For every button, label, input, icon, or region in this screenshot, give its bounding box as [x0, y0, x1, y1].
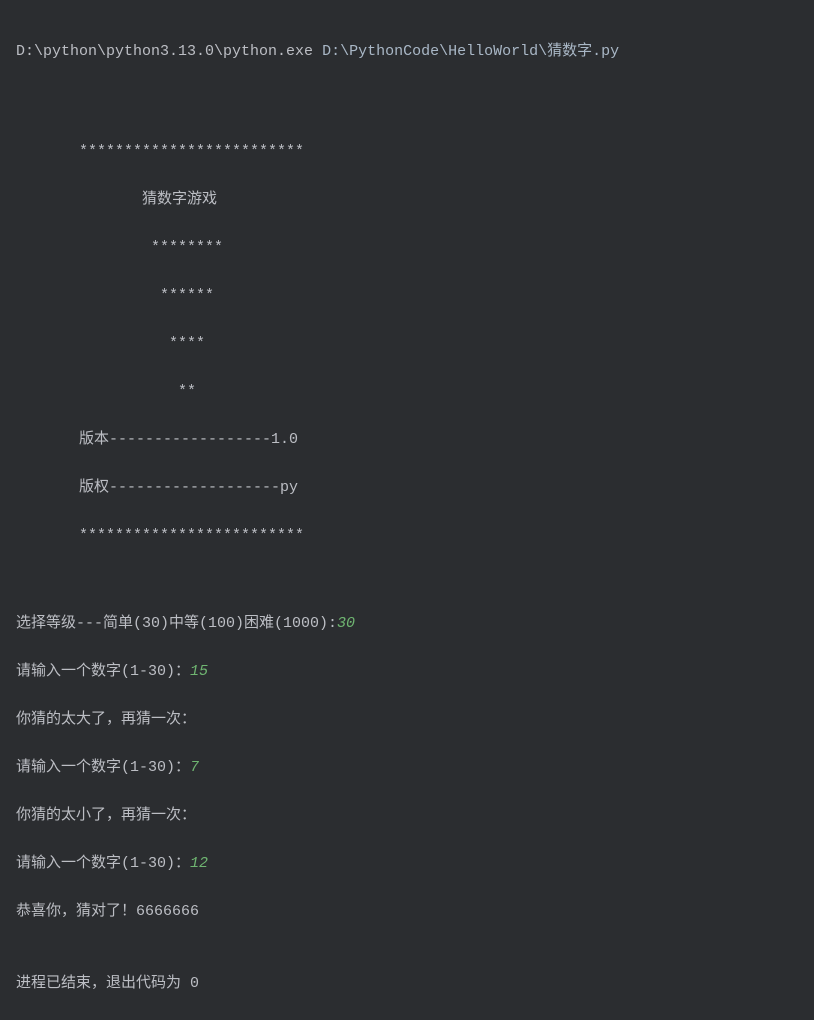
guess3-prompt: 请输入一个数字(1-30)：: [16, 855, 190, 872]
difficulty-input[interactable]: 30: [337, 615, 355, 632]
banner-stars-2: ******: [16, 284, 798, 308]
guess1-line: 请输入一个数字(1-30)：15: [16, 660, 798, 684]
difficulty-line: 选择等级---简单(30)中等(100)困难(1000):30: [16, 612, 798, 636]
feedback2: 你猜的太小了，再猜一次：: [16, 804, 798, 828]
guess1-input[interactable]: 15: [190, 663, 208, 680]
banner-border-bottom: *************************: [16, 524, 798, 548]
success-message: 恭喜你，猜对了！6666666: [16, 900, 798, 924]
exit-message: 进程已结束，退出代码为 0: [16, 972, 798, 996]
banner-stars-4: **: [16, 380, 798, 404]
guess2-input[interactable]: 7: [190, 759, 199, 776]
guess2-line: 请输入一个数字(1-30)：7: [16, 756, 798, 780]
banner-title: 猜数字游戏: [16, 188, 798, 212]
command-line: D:\python\python3.13.0\python.exe D:\Pyt…: [16, 40, 798, 64]
script-path: D:\PythonCode\HelloWorld\猜数字.py: [322, 43, 619, 60]
banner-stars-3: ****: [16, 332, 798, 356]
terminal-output: D:\python\python3.13.0\python.exe D:\Pyt…: [16, 16, 798, 1020]
banner-border-top: *************************: [16, 140, 798, 164]
feedback1: 你猜的太大了，再猜一次：: [16, 708, 798, 732]
banner-copyright: 版权-------------------py: [16, 476, 798, 500]
executable-path: D:\python\python3.13.0\python.exe: [16, 43, 313, 60]
banner-version: 版本------------------1.0: [16, 428, 798, 452]
guess1-prompt: 请输入一个数字(1-30)：: [16, 663, 190, 680]
guess3-line: 请输入一个数字(1-30)：12: [16, 852, 798, 876]
guess3-input[interactable]: 12: [190, 855, 208, 872]
guess2-prompt: 请输入一个数字(1-30)：: [16, 759, 190, 776]
banner-stars-1: ********: [16, 236, 798, 260]
difficulty-prompt: 选择等级---简单(30)中等(100)困难(1000):: [16, 615, 337, 632]
